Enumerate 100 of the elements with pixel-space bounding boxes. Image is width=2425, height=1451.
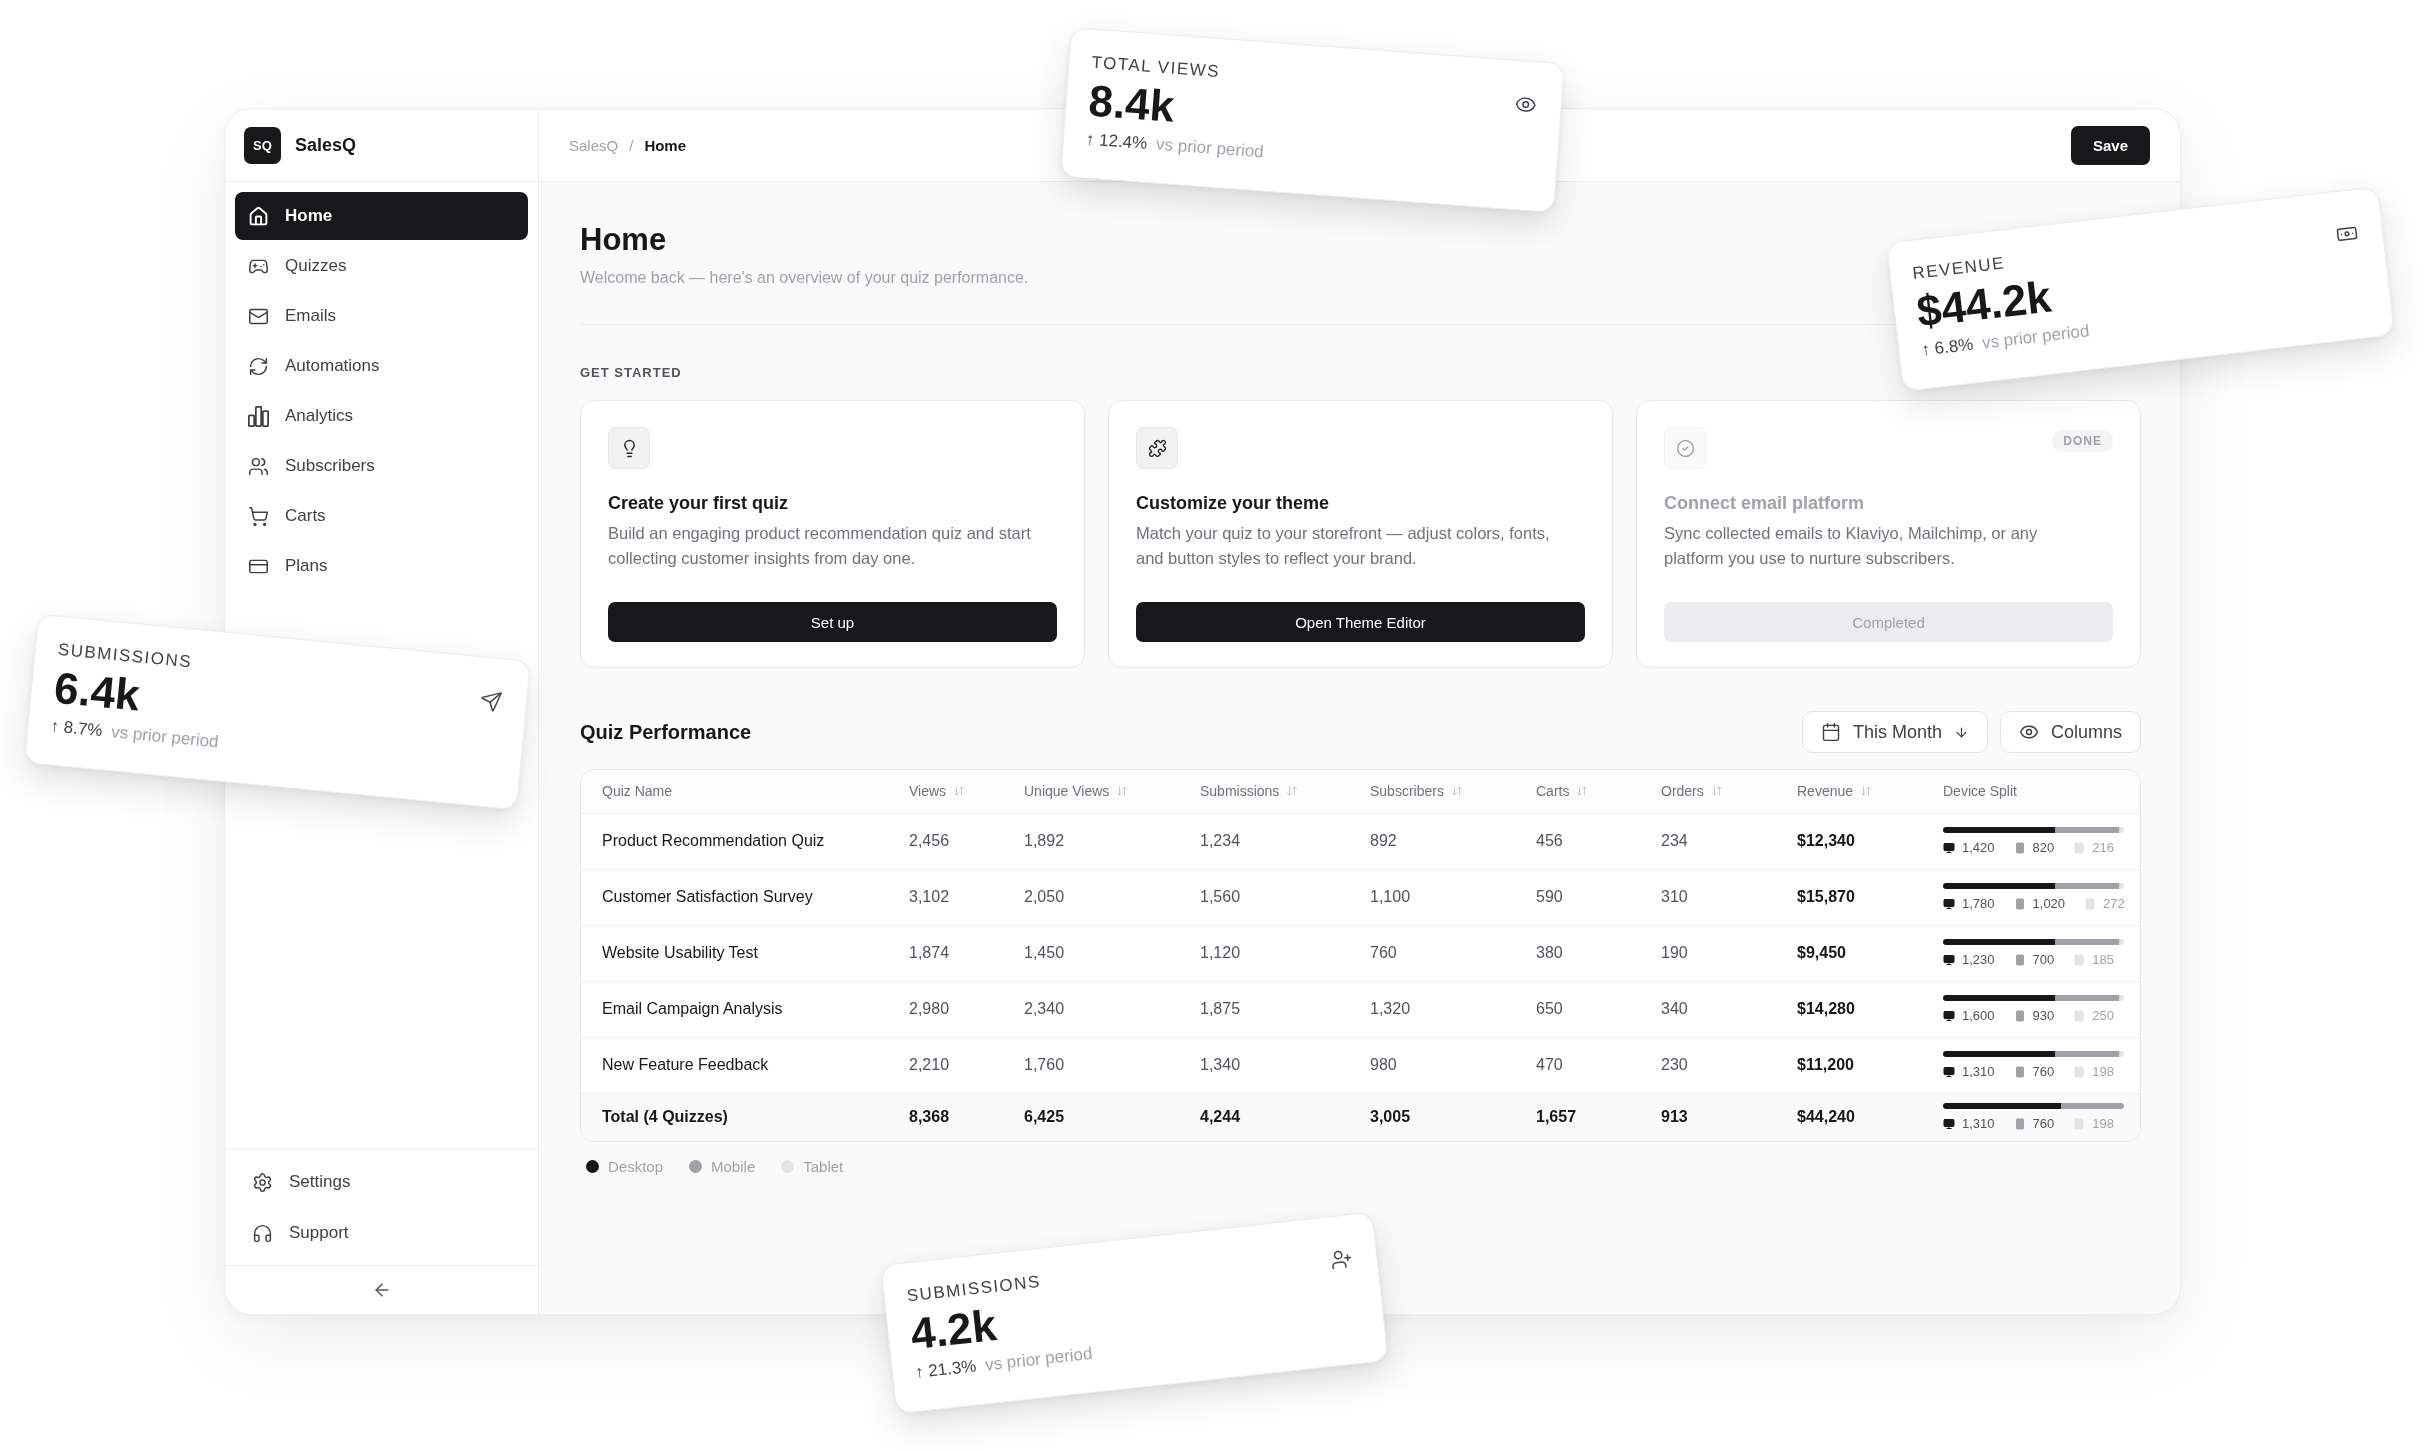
table-cell: 3,102 bbox=[888, 869, 1003, 925]
table-cell: $44,240 bbox=[1776, 1093, 1922, 1141]
table-cell: 1,234 bbox=[1179, 813, 1349, 869]
table-cell: 2,456 bbox=[888, 813, 1003, 869]
breadcrumb-separator: / bbox=[629, 136, 634, 154]
monitor-icon bbox=[1943, 1065, 1955, 1078]
puzzle-icon bbox=[1136, 427, 1178, 469]
table-cell: 340 bbox=[1640, 981, 1776, 1037]
device-count: 820 bbox=[2032, 840, 2055, 855]
stat-change: ↑ 6.8% bbox=[1920, 334, 1975, 361]
table-cell: 2,340 bbox=[1003, 981, 1179, 1037]
phone-icon bbox=[2013, 1065, 2026, 1078]
stat-note: vs prior period bbox=[110, 722, 220, 753]
table-cell: 190 bbox=[1640, 925, 1776, 981]
nav-item[interactable]: Analytics bbox=[235, 392, 528, 440]
table-cell: 230 bbox=[1640, 1037, 1776, 1093]
nav-item[interactable]: Quizzes bbox=[235, 242, 528, 290]
table-cell: 4,244 bbox=[1179, 1093, 1349, 1141]
nav-item[interactable]: Automations bbox=[235, 342, 528, 390]
table-cell: $11,200 bbox=[1776, 1037, 1922, 1093]
nav-item[interactable]: Home bbox=[235, 192, 528, 240]
logo: SQ bbox=[244, 126, 281, 164]
table-cell: 234 bbox=[1640, 813, 1776, 869]
tablet-icon bbox=[2073, 1009, 2086, 1022]
table-cell: 470 bbox=[1515, 1037, 1640, 1093]
phone-icon bbox=[2013, 1009, 2026, 1022]
bar-chart-icon bbox=[248, 405, 269, 427]
phone-icon bbox=[2013, 897, 2026, 910]
table-cell: 980 bbox=[1349, 1037, 1515, 1093]
table-cell: 892 bbox=[1349, 813, 1515, 869]
table-cell: 1,560 bbox=[1179, 869, 1349, 925]
status-badge: DONE bbox=[2052, 430, 2113, 452]
column-header: Quiz Name bbox=[581, 770, 888, 813]
device-count: 930 bbox=[2032, 1008, 2055, 1023]
columns-button[interactable]: Columns bbox=[1999, 711, 2141, 753]
refresh-icon bbox=[248, 355, 269, 377]
device-count: 760 bbox=[2032, 1064, 2055, 1079]
nav-item[interactable]: Plans bbox=[235, 542, 528, 590]
nav-item[interactable]: Emails bbox=[235, 292, 528, 340]
monitor-icon bbox=[1943, 841, 1955, 854]
device-count: 198 bbox=[2092, 1116, 2114, 1132]
stat-note: vs prior period bbox=[1155, 134, 1265, 163]
task-button[interactable]: Set up bbox=[608, 602, 1057, 642]
lightbulb-icon bbox=[608, 427, 650, 469]
table-cell: New Feature Feedback bbox=[581, 1037, 888, 1093]
table-cell: 1,450 bbox=[1003, 925, 1179, 981]
table-cell: 1,892 bbox=[1003, 813, 1179, 869]
monitor-icon bbox=[1943, 953, 1955, 966]
brand-name: SalesQ bbox=[295, 134, 357, 156]
table-cell: 6,425 bbox=[1003, 1093, 1179, 1141]
table-cell: 380 bbox=[1515, 925, 1640, 981]
table-cell: 1,657 bbox=[1515, 1093, 1640, 1141]
table-cell: 590 bbox=[1515, 869, 1640, 925]
column-header: Device Split bbox=[1922, 770, 2140, 813]
table-cell: $14,280 bbox=[1776, 981, 1922, 1037]
page-title: Home bbox=[580, 221, 667, 259]
phone-icon bbox=[2013, 1117, 2026, 1130]
calendar-icon bbox=[1820, 722, 1841, 742]
monitor-icon bbox=[1943, 1117, 1955, 1130]
table-cell: 3,005 bbox=[1349, 1093, 1515, 1141]
nav-item[interactable]: Subscribers bbox=[235, 442, 528, 490]
task-title: Customize your theme bbox=[1136, 492, 1330, 515]
nav-item[interactable]: Settings bbox=[239, 1158, 528, 1206]
section-heading: GET STARTED bbox=[580, 364, 682, 382]
task-button[interactable]: Open Theme Editor bbox=[1136, 602, 1585, 642]
legend-label: Desktop bbox=[608, 1158, 664, 1175]
tablet-icon bbox=[2073, 953, 2086, 966]
device-count: 1,310 bbox=[1962, 1116, 1995, 1132]
breadcrumb-link[interactable]: Home bbox=[644, 136, 687, 154]
device-count: 1,600 bbox=[1962, 1008, 1995, 1023]
phone-icon bbox=[2013, 841, 2026, 854]
table-cell: $12,340 bbox=[1776, 813, 1922, 869]
headphones-icon bbox=[252, 1222, 273, 1244]
device-count: 250 bbox=[2092, 1008, 2114, 1023]
nav-item[interactable]: Carts bbox=[235, 492, 528, 540]
table-cell: 310 bbox=[1640, 869, 1776, 925]
table-cell: 1,320 bbox=[1349, 981, 1515, 1037]
nav-item[interactable]: Support bbox=[239, 1209, 528, 1257]
table-cell: 2,050 bbox=[1003, 869, 1179, 925]
device-count: 1,020 bbox=[2032, 896, 2066, 911]
monitor-icon bbox=[1943, 897, 1955, 910]
legend-label: Tablet bbox=[803, 1158, 844, 1175]
save-button[interactable]: Save bbox=[2070, 125, 2150, 165]
device-count: 700 bbox=[2032, 952, 2055, 967]
table-cell: Total (4 Quizzes) bbox=[581, 1093, 888, 1141]
table-cell: 760 bbox=[1349, 925, 1515, 981]
device-count: 1,310 bbox=[1962, 1064, 1995, 1079]
device-count: 1,420 bbox=[1962, 840, 1995, 855]
table-cell: Email Campaign Analysis bbox=[581, 981, 888, 1037]
device-count: 272 bbox=[2103, 896, 2125, 911]
task-title: Connect email platform bbox=[1664, 492, 1865, 515]
table-cell: $15,870 bbox=[1776, 869, 1922, 925]
tablet-icon bbox=[2084, 897, 2097, 910]
settings-icon bbox=[252, 1171, 273, 1193]
stat-label: REVENUE bbox=[1911, 252, 2006, 283]
table-cell: 8,368 bbox=[888, 1093, 1003, 1141]
device-count: 1,230 bbox=[1962, 952, 1995, 967]
table-cell: 650 bbox=[1515, 981, 1640, 1037]
table-cell: 1,120 bbox=[1179, 925, 1349, 981]
date-filter-button[interactable]: This Month bbox=[1801, 711, 1988, 753]
